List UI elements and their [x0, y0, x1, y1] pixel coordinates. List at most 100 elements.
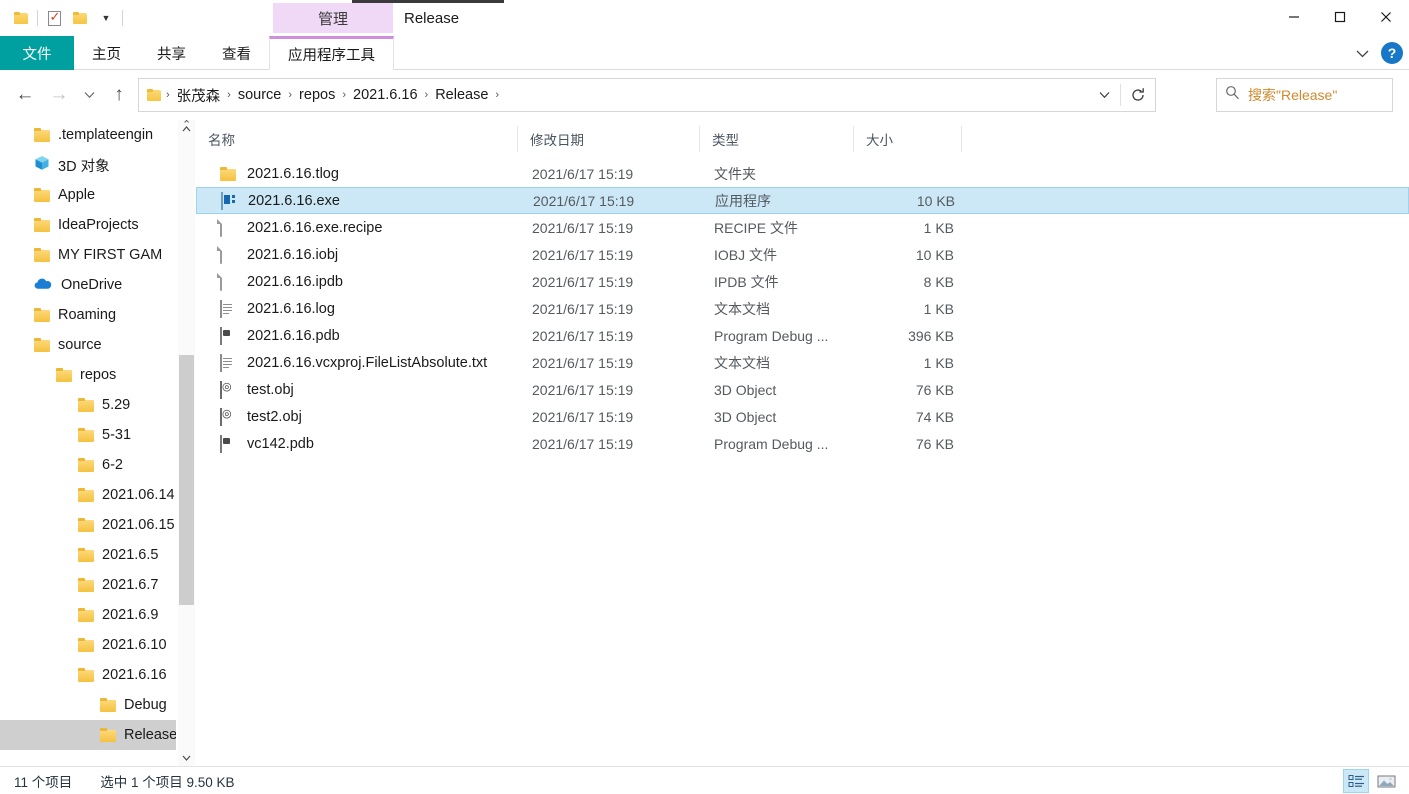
- cell-name[interactable]: 2021.6.16.tlog: [196, 166, 518, 182]
- customize-caret-icon[interactable]: ▼: [93, 7, 119, 29]
- generic-file-icon: [220, 272, 222, 291]
- sidebar-item-2021.6.7[interactable]: 2021.6.7: [0, 570, 176, 600]
- folder-icon: [100, 728, 116, 742]
- properties-icon[interactable]: [41, 7, 67, 29]
- table-row[interactable]: 2021.6.16.iobj 2021/6/17 15:19 IOBJ 文件 10 K…: [196, 241, 1409, 268]
- column-header-size[interactable]: 大小: [854, 126, 962, 152]
- address-bar[interactable]: › 张茂森 › source › repos › 2021.6.16 › Rel…: [138, 78, 1156, 112]
- cell-date: 2021/6/17 15:19: [532, 219, 634, 236]
- sidebar-item-6-2[interactable]: 6-2: [0, 450, 176, 480]
- table-row[interactable]: test.obj 2021/6/17 15:19 3D Object 76 KB: [196, 376, 1409, 403]
- table-row[interactable]: 2021.6.16.pdb 2021/6/17 15:19 Program Debu…: [196, 322, 1409, 349]
- sidebar-item-apple[interactable]: Apple: [0, 180, 176, 210]
- breadcrumb-item-0[interactable]: 张茂森: [171, 85, 227, 106]
- qat-divider-2: [122, 10, 123, 26]
- sidebar-item-2021.06.14[interactable]: 2021.06.14: [0, 480, 176, 510]
- tab-share[interactable]: 共享: [139, 36, 204, 70]
- address-dropdown-icon[interactable]: [1088, 79, 1120, 111]
- sidebar-item-roaming[interactable]: Roaming: [0, 300, 176, 330]
- refresh-icon[interactable]: [1121, 79, 1155, 111]
- up-button[interactable]: ↑: [102, 79, 136, 111]
- scroll-down-icon[interactable]: [178, 749, 195, 766]
- sidebar-item-label: 2021.6.7: [102, 577, 159, 593]
- cell-date: 2021/6/17 15:19: [532, 327, 634, 344]
- table-row[interactable]: vc142.pdb 2021/6/17 15:19 Program Debug ..…: [196, 430, 1409, 457]
- sidebar-item-label: 2021.6.5: [102, 547, 159, 563]
- cell-name[interactable]: 2021.6.16.vcxproj.FileListAbsolute.txt: [196, 353, 518, 372]
- new-folder-icon[interactable]: [67, 7, 93, 29]
- status-bar: 11 个项目 选中 1 个项目 9.50 KB: [0, 766, 1409, 794]
- sidebar-item-repos[interactable]: repos: [0, 360, 176, 390]
- cell-name[interactable]: 2021.6.16.log: [196, 299, 518, 318]
- navigation-pane-scrollbar[interactable]: [178, 120, 195, 766]
- file-name-label: 2021.6.16.vcxproj.FileListAbsolute.txt: [247, 354, 488, 371]
- sidebar-item-source[interactable]: source: [0, 330, 176, 360]
- table-row[interactable]: 2021.6.16.log 2021/6/17 15:19 文本文档 1 KB: [196, 295, 1409, 322]
- recent-locations-button[interactable]: [76, 79, 102, 111]
- column-header-date[interactable]: 修改日期: [518, 126, 700, 152]
- large-icons-view-button[interactable]: [1373, 769, 1399, 793]
- cell-name[interactable]: test.obj: [196, 380, 518, 399]
- table-row[interactable]: 2021.6.16.vcxproj.FileListAbsolute.txt 20…: [196, 349, 1409, 376]
- close-icon[interactable]: [1363, 0, 1409, 34]
- cell-name[interactable]: 2021.6.16.exe.recipe: [196, 218, 518, 237]
- search-box[interactable]: 搜索"Release": [1216, 78, 1393, 112]
- sidebar-item-ideaprojects[interactable]: IdeaProjects: [0, 210, 176, 240]
- folder-icon: [78, 578, 94, 592]
- back-button[interactable]: ←: [8, 79, 42, 111]
- table-row[interactable]: 2021.6.16.ipdb 2021/6/17 15:19 IPDB 文件 8 KB: [196, 268, 1409, 295]
- minimize-icon[interactable]: [1271, 0, 1317, 34]
- sidebar-item-2021.06.15[interactable]: 2021.06.15: [0, 510, 176, 540]
- navigation-pane[interactable]: .templateengin 3D 对象 Apple IdeaProjects MY F…: [0, 120, 176, 766]
- cell-name[interactable]: 2021.6.16.ipdb: [196, 272, 518, 291]
- breadcrumb-item-3[interactable]: 2021.6.16: [347, 87, 424, 103]
- sidebar-item-onedrive[interactable]: OneDrive: [0, 270, 176, 300]
- table-row[interactable]: 2021.6.16.exe.recipe 2021/6/17 15:19 RECIP…: [196, 214, 1409, 241]
- cell-name[interactable]: 2021.6.16.exe: [197, 191, 519, 210]
- obj-file-icon: [220, 407, 238, 426]
- breadcrumb-separator-5[interactable]: ›: [494, 89, 500, 101]
- table-row[interactable]: 2021.6.16.exe 2021/6/17 15:19 应用程序 10 KB: [196, 187, 1409, 214]
- tab-view[interactable]: 查看: [204, 36, 269, 70]
- sidebar-item-debug[interactable]: Debug: [0, 690, 176, 720]
- sidebar-item-5-31[interactable]: 5-31: [0, 420, 176, 450]
- sidebar-item-label: 2021.6.10: [102, 637, 167, 653]
- help-icon[interactable]: ?: [1381, 42, 1403, 64]
- sidebar-item-release[interactable]: Release: [0, 720, 176, 750]
- sidebar-item-2021.6.9[interactable]: 2021.6.9: [0, 600, 176, 630]
- file-list[interactable]: 2021.6.16.tlog 2021/6/17 15:19 文件夹 2021.6.1…: [196, 160, 1409, 758]
- sidebar-item-5.29[interactable]: 5.29: [0, 390, 176, 420]
- cell-type: 应用程序: [715, 192, 771, 209]
- cell-type: 3D Object: [714, 408, 777, 425]
- scrollbar-thumb[interactable]: [179, 355, 194, 605]
- forward-button[interactable]: →: [42, 79, 76, 111]
- column-header-name[interactable]: 名称: [196, 126, 518, 152]
- breadcrumb-item-1[interactable]: source: [232, 87, 288, 103]
- cell-name[interactable]: 2021.6.16.iobj: [196, 245, 518, 264]
- cell-name[interactable]: vc142.pdb: [196, 434, 518, 453]
- sidebar-item-myfirstgam[interactable]: MY FIRST GAM: [0, 240, 176, 270]
- sidebar-item-2021.6.5[interactable]: 2021.6.5: [0, 540, 176, 570]
- breadcrumb-item-4[interactable]: Release: [429, 87, 494, 103]
- table-row[interactable]: 2021.6.16.tlog 2021/6/17 15:19 文件夹: [196, 160, 1409, 187]
- breadcrumb-item-2[interactable]: repos: [293, 87, 341, 103]
- sidebar-item-2021.6.10[interactable]: 2021.6.10: [0, 630, 176, 660]
- sidebar-item-2021.6.16[interactable]: 2021.6.16: [0, 660, 176, 690]
- folder-icon[interactable]: [8, 7, 34, 29]
- column-header-type[interactable]: 类型: [700, 126, 854, 152]
- tab-home[interactable]: 主页: [74, 36, 139, 70]
- sidebar-item-3d[interactable]: 3D 对象: [0, 150, 176, 180]
- tab-application-tools[interactable]: 应用程序工具: [269, 36, 394, 70]
- tab-file[interactable]: 文件: [0, 36, 74, 70]
- cube-icon: [34, 155, 50, 175]
- chevron-down-icon[interactable]: [1349, 38, 1375, 68]
- folder-icon: [34, 188, 50, 202]
- maximize-icon[interactable]: [1317, 0, 1363, 34]
- details-view-button[interactable]: [1343, 769, 1369, 793]
- sidebar-item-label: IdeaProjects: [58, 217, 139, 233]
- table-row[interactable]: test2.obj 2021/6/17 15:19 3D Object 74 KB: [196, 403, 1409, 430]
- cell-name[interactable]: 2021.6.16.pdb: [196, 326, 518, 345]
- sidebar-item-.templateengin[interactable]: .templateengin: [0, 120, 176, 150]
- cell-name[interactable]: test2.obj: [196, 407, 518, 426]
- sidebar-item-label: repos: [80, 367, 117, 383]
